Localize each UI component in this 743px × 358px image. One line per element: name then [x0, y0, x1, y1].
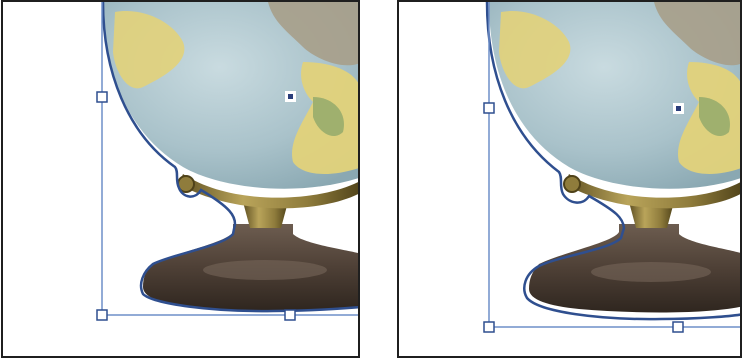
- selection-handle-icon[interactable]: [483, 321, 495, 333]
- selection-handle-icon[interactable]: [96, 309, 108, 321]
- globe-image: [96, 2, 358, 321]
- selection-handle-icon[interactable]: [96, 91, 108, 103]
- after-wrap-panel: [397, 0, 742, 358]
- selection-handle-icon[interactable]: [284, 309, 296, 321]
- before-wrap-panel: [1, 0, 360, 358]
- selection-handle-icon[interactable]: [672, 321, 684, 333]
- globe-image: [483, 2, 740, 333]
- selection-handle-icon[interactable]: [483, 102, 495, 114]
